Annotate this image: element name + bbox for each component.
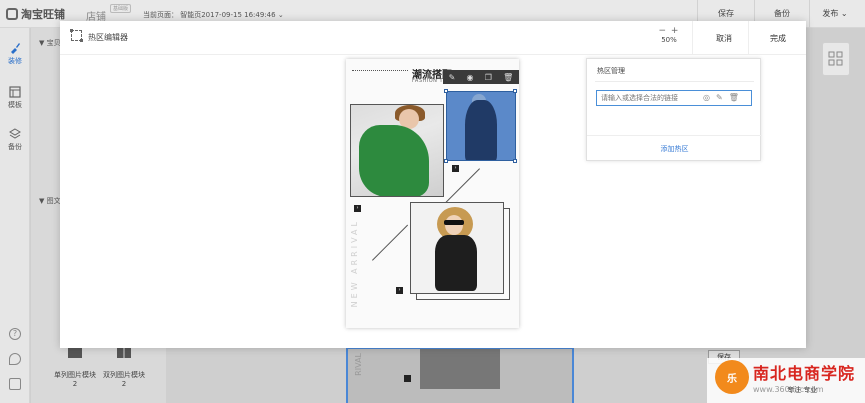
section-header-items[interactable]: ▼ 宝贝 (39, 38, 61, 48)
module-count: 2 (72, 380, 78, 388)
modal-title: 热区编辑器 (88, 33, 128, 42)
section-label: 图文 (46, 197, 61, 205)
editor-canvas[interactable]: 潮流搭配 FASHION TREND ✎ ◉ ❐ 🗑 › › › NEW ARR… (346, 59, 519, 328)
decorative-line (372, 224, 409, 261)
module-count: 2 (121, 380, 127, 388)
brush-icon (11, 43, 20, 54)
hotspot-manager-title: 热区管理 (597, 67, 625, 75)
single-column-icon (68, 348, 82, 358)
resize-handle[interactable] (444, 159, 448, 163)
sidebar-item-decorate[interactable]: 装修 (0, 42, 30, 66)
version-badge: 基础版 (110, 4, 132, 13)
module-label: 单列图片模块 (54, 371, 96, 379)
outfit-shape (435, 235, 477, 291)
edit-icon[interactable]: ✎ (716, 93, 723, 102)
arrow-right-icon: › (396, 287, 403, 294)
current-page-label: 当前页面： 智能页2017-09-15 16:49:46 (143, 11, 276, 19)
arrow-right-icon: › (354, 205, 361, 212)
arrow-icon (404, 375, 411, 382)
double-image-module[interactable]: 双列图片模块 2 (99, 348, 149, 388)
sidebar-item-backup[interactable]: 备份 (0, 128, 30, 152)
jacket-shape (359, 125, 429, 196)
delete-icon[interactable]: 🗑 (729, 93, 739, 102)
background-canvas: RIVAL (346, 347, 574, 403)
watermark-text: 南北电商学院 (753, 364, 856, 383)
hotspot-manager: 热区管理 ◎ ✎ 🗑 添加热区 (586, 58, 762, 161)
divider (587, 135, 762, 136)
sidebar-item-template[interactable]: 模板 (0, 86, 30, 110)
template-icon (9, 86, 21, 98)
grid-icon (828, 51, 843, 66)
resize-handle[interactable] (513, 159, 517, 163)
widgets-button[interactable] (822, 42, 850, 76)
background-tags: 专注 专业 (787, 386, 818, 394)
publish-button[interactable]: 发布 ⌄ (810, 0, 860, 28)
double-column-icon (117, 348, 131, 358)
hotspot-icon (70, 29, 83, 42)
resize-handle[interactable] (513, 89, 517, 93)
zoom-buttons[interactable]: − + (654, 26, 684, 36)
sidebar-item-label: 模板 (8, 101, 22, 109)
coat-shape (465, 100, 497, 160)
edit-icon[interactable] (9, 378, 21, 390)
vertical-tagline: NEW ARRIVAL (350, 219, 359, 308)
eye-icon[interactable]: ◎ (703, 93, 710, 102)
section-header-graphic[interactable]: ▼ 图文 (39, 196, 61, 206)
photo-green-jacket[interactable] (350, 104, 444, 197)
watermark-logo: 乐 (715, 360, 749, 394)
modal-header: 热区编辑器 − + 50% 取消 完成 (60, 21, 806, 55)
publish-label: 发布 (822, 9, 839, 18)
chevron-down-icon: ⌄ (277, 11, 284, 19)
decorative-line (443, 168, 480, 205)
background-vertical-text: RIVAL (354, 353, 363, 376)
layers-icon (9, 128, 21, 139)
module-label: 双列图片模块 (103, 371, 145, 379)
arrow-right-icon: › (452, 165, 459, 172)
taobao-logo-icon (6, 8, 18, 20)
watermark: 乐 南北电商学院 www.360doc.com 专注 专业 (707, 358, 865, 403)
cancel-button[interactable]: 取消 (716, 33, 732, 44)
help-icon[interactable]: ? (9, 328, 21, 340)
single-image-module[interactable]: 单列图片模块 2 (50, 348, 100, 388)
sidebar-item-label: 装修 (8, 57, 22, 65)
sidebar-item-label: 备份 (8, 143, 22, 151)
photo-black-outfit[interactable] (410, 202, 504, 294)
resize-handle[interactable] (444, 89, 448, 93)
done-button[interactable]: 完成 (770, 33, 786, 44)
hotspot-editor-modal: 热区编辑器 − + 50% 取消 完成 潮流搭配 FASHION TREND ✎ (60, 21, 806, 348)
zoom-level: 50% (661, 36, 677, 44)
refresh-icon[interactable] (9, 353, 21, 365)
face-shape (445, 215, 463, 235)
app-logo[interactable]: 淘宝旺铺 (6, 6, 65, 22)
left-sidebar: 装修 模板 备份 ? (0, 28, 30, 403)
logo-text: 淘宝旺铺 (21, 8, 65, 21)
background-photo (420, 349, 500, 389)
hotspot-selected[interactable] (446, 91, 516, 161)
divider (692, 21, 693, 55)
dotted-rule (352, 70, 408, 71)
current-page-selector[interactable]: 当前页面： 智能页2017-09-15 16:49:46 ⌄ (143, 10, 284, 20)
delete-icon[interactable]: 🗑 (503, 73, 513, 82)
sunglasses-shape (444, 220, 464, 225)
eye-icon[interactable]: ◉ (467, 73, 474, 82)
section-label: 宝贝 (46, 39, 61, 47)
copy-icon[interactable]: ❐ (485, 73, 492, 82)
divider (595, 81, 754, 82)
zoom-control[interactable]: − + 50% (654, 26, 684, 44)
divider (748, 21, 749, 55)
add-hotspot-button[interactable]: 添加热区 (587, 144, 762, 154)
chevron-down-icon: ⌄ (840, 9, 848, 18)
link-actions: ◎ ✎ 🗑 (703, 93, 739, 102)
edit-icon[interactable]: ✎ (449, 73, 456, 82)
hotspot-toolbar: ✎ ◉ ❐ 🗑 (443, 70, 519, 84)
